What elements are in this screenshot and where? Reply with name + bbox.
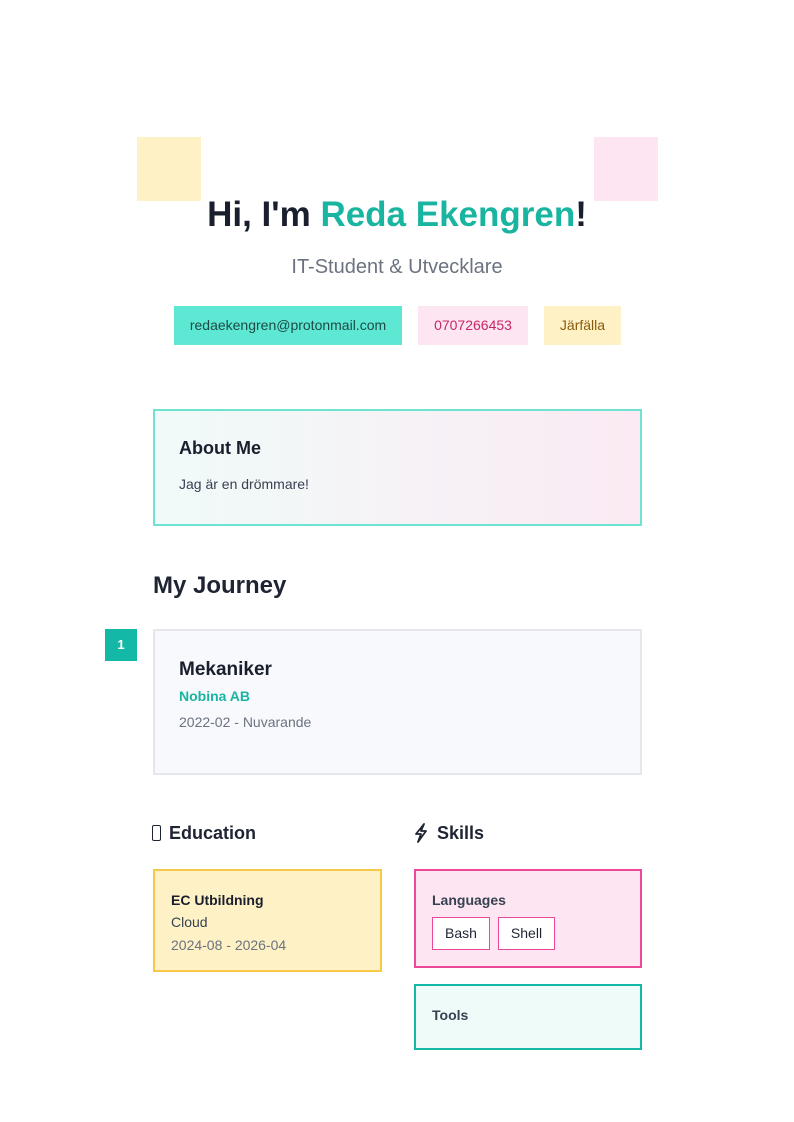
- location-chip: Järfälla: [544, 306, 621, 345]
- education-dates: 2024-08 - 2026-04: [171, 937, 287, 953]
- languages-title: Languages: [432, 892, 506, 908]
- lightning-icon: [415, 823, 427, 843]
- education-school: EC Utbildning: [171, 892, 264, 908]
- skill-tag: Shell: [497, 917, 556, 950]
- job-card: Mekaniker Nobina AB 2022-02 - Nuvarande: [153, 629, 642, 775]
- greeting-text: Hi, I'm: [207, 195, 321, 234]
- exclaim-mark: !: [575, 195, 587, 234]
- skills-title: Skills: [437, 823, 485, 843]
- job-period: 2022-02 - Nuvarande: [179, 714, 312, 730]
- education-card: EC Utbildning Cloud 2024-08 - 2026-04: [153, 869, 382, 972]
- about-title: About Me: [179, 438, 261, 458]
- education-title: Education: [169, 823, 257, 843]
- decorative-square-yellow: [137, 137, 201, 201]
- job-role: Mekaniker: [179, 659, 272, 680]
- journey-title: My Journey: [153, 572, 287, 599]
- job-company: Nobina AB: [179, 688, 251, 704]
- about-text: Jag är en drömmare!: [179, 476, 309, 492]
- person-name: Reda Ekengren: [320, 195, 576, 234]
- tools-title: Tools: [432, 1007, 469, 1023]
- education-program: Cloud: [171, 914, 208, 930]
- book-icon: [152, 825, 161, 841]
- timeline-number-badge: 1: [105, 629, 137, 661]
- skills-tools-card: Tools: [414, 984, 642, 1050]
- skills-heading: Skills: [413, 821, 484, 845]
- phone-chip[interactable]: 0707266453: [418, 306, 528, 345]
- education-heading: Education: [152, 821, 256, 845]
- languages-tag-list: Bash Shell: [432, 917, 624, 950]
- about-card: About Me Jag är en drömmare!: [153, 409, 642, 526]
- page-title: Hi, I'm Reda Ekengren!: [0, 193, 794, 237]
- skills-languages-card: Languages Bash Shell: [414, 869, 642, 968]
- decorative-square-pink: [594, 137, 658, 201]
- skill-tag: Bash: [432, 917, 490, 950]
- email-chip[interactable]: redaekengren@protonmail.com: [174, 306, 402, 345]
- page-subtitle: IT-Student & Utvecklare: [291, 256, 503, 278]
